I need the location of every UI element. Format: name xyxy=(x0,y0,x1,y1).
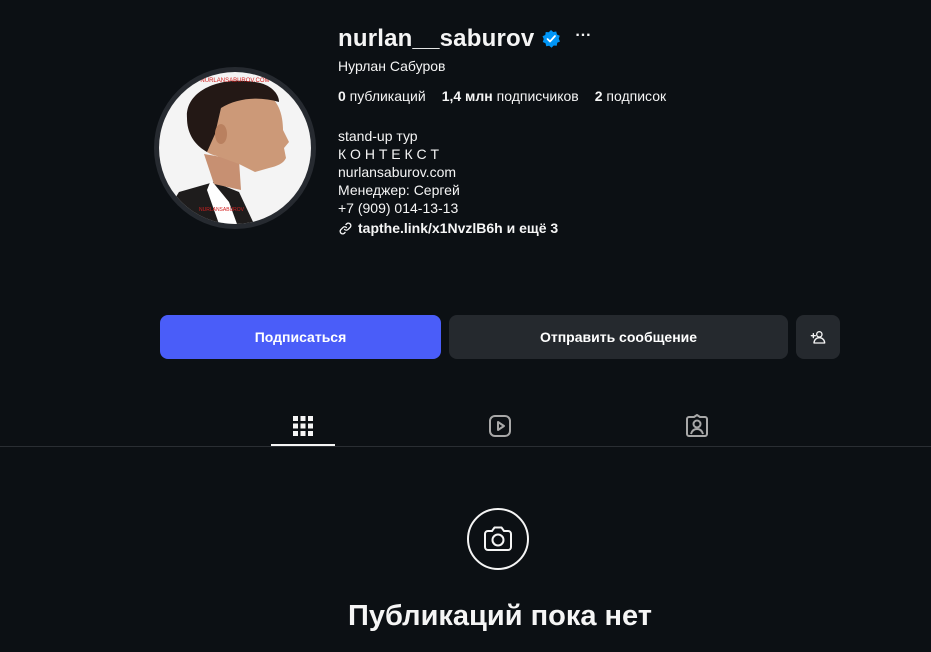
empty-state-title: Публикаций пока нет xyxy=(348,600,652,632)
avatar[interactable]: NURLANSABUROV.COM NURLANSABUROV xyxy=(159,72,311,224)
verified-badge-icon xyxy=(542,30,561,48)
avatar-watermark-bottom: NURLANSABUROV xyxy=(199,207,245,213)
tabs-divider xyxy=(0,446,931,447)
more-options-icon[interactable]: ··· xyxy=(575,28,591,50)
following-label: подписок xyxy=(602,88,667,104)
following-count: 2 xyxy=(594,88,603,104)
avatar-image: NURLANSABUROV.COM NURLANSABUROV xyxy=(159,72,311,224)
avatar-watermark-top: NURLANSABUROV.COM xyxy=(200,78,269,84)
full-name: Нурлан Сабуров xyxy=(338,58,446,74)
bio-link[interactable]: tapthe.link/x1NvzlB6h и ещё 3 xyxy=(338,220,558,236)
tab-tagged[interactable] xyxy=(665,407,729,445)
bio-line: Менеджер: Сергей xyxy=(338,182,460,198)
tagged-icon xyxy=(686,414,708,437)
followers-count: 1,4 млн xyxy=(441,88,493,104)
tab-posts[interactable] xyxy=(271,407,335,445)
bio-link-text[interactable]: tapthe.link/x1NvzlB6h и ещё 3 xyxy=(358,220,558,236)
username: nurlan__saburov xyxy=(338,25,535,52)
follow-button[interactable]: Подписаться xyxy=(160,315,441,359)
tab-reels[interactable] xyxy=(468,407,532,445)
profile-header: nurlan__saburov ··· xyxy=(338,24,591,54)
bio-line: К О Н Т Е К С Т xyxy=(338,146,440,162)
posts-label: публикаций xyxy=(345,88,426,104)
grid-icon xyxy=(293,416,313,436)
suggested-accounts-button[interactable] xyxy=(796,315,840,359)
stat-posts: 0 публикаций xyxy=(338,88,426,104)
avatar-ring[interactable]: NURLANSABUROV.COM NURLANSABUROV xyxy=(154,67,316,229)
active-tab-indicator xyxy=(271,444,335,446)
add-person-icon xyxy=(810,331,826,344)
username-row: nurlan__saburov ··· xyxy=(338,24,591,54)
reels-icon xyxy=(489,415,511,437)
stat-following[interactable]: 2 подписок xyxy=(595,88,666,104)
bio: stand-up тур К О Н Т Е К С Т nurlansabur… xyxy=(338,127,460,217)
empty-state-camera-circle xyxy=(467,508,529,570)
bio-line: nurlansaburov.com xyxy=(338,164,457,180)
posts-count: 0 xyxy=(338,88,346,104)
link-icon xyxy=(339,222,352,234)
camera-icon xyxy=(484,526,512,551)
message-button[interactable]: Отправить сообщение xyxy=(449,315,788,359)
followers-label: подписчиков xyxy=(492,88,579,104)
bio-line: +7 (909) 014-13-13 xyxy=(338,200,459,216)
profile-stats: 0 публикаций 1,4 млн подписчиков 2 подпи… xyxy=(338,88,682,104)
stat-followers[interactable]: 1,4 млн подписчиков xyxy=(442,88,579,104)
bio-line: stand-up тур xyxy=(338,128,418,144)
